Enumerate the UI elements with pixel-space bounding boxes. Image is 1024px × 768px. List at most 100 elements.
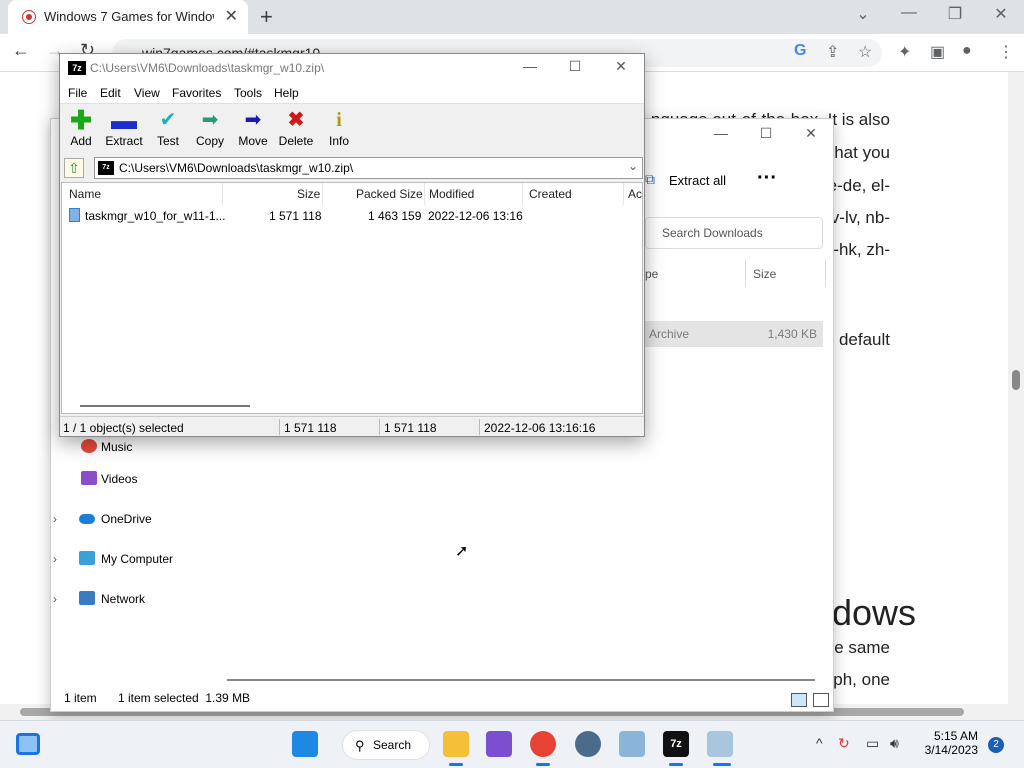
info-icon: i bbox=[336, 109, 342, 131]
music-icon bbox=[81, 439, 97, 453]
photos-icon[interactable] bbox=[619, 731, 645, 757]
site-favicon-icon bbox=[22, 10, 36, 24]
chrome-icon[interactable] bbox=[530, 731, 556, 757]
column-header-name[interactable]: Name bbox=[69, 187, 101, 201]
bookmark-star-icon[interactable]: ☆ bbox=[858, 42, 872, 62]
close-tab-icon[interactable]: ✕ bbox=[225, 6, 238, 26]
add-button[interactable]: ✚ Add bbox=[57, 105, 105, 148]
column-type[interactable]: pe bbox=[645, 267, 658, 281]
info-button[interactable]: i Info bbox=[315, 108, 363, 148]
task-manager-icon[interactable] bbox=[707, 731, 733, 757]
more-options-button[interactable]: ··· bbox=[757, 167, 777, 190]
browser-tab[interactable]: Windows 7 Games for Windows ✕ bbox=[8, 0, 248, 34]
visual-studio-icon[interactable] bbox=[486, 731, 512, 757]
nav-label: Videos bbox=[101, 472, 138, 486]
side-panel-icon[interactable]: ▣ bbox=[930, 42, 945, 62]
new-tab-icon[interactable]: + bbox=[260, 4, 273, 30]
extract-button[interactable]: ▬ Extract bbox=[100, 107, 148, 148]
chevron-right-icon[interactable]: › bbox=[53, 512, 57, 526]
chevron-up-icon[interactable]: ^ bbox=[816, 735, 823, 751]
menu-tools[interactable]: Tools bbox=[234, 86, 262, 100]
nav-label: Network bbox=[101, 592, 146, 606]
page-vertical-scrollbar[interactable] bbox=[1008, 72, 1024, 704]
nav-label: OneDrive bbox=[101, 512, 152, 526]
plus-icon: ✚ bbox=[70, 105, 92, 135]
delete-button[interactable]: ✖ Delete bbox=[272, 108, 320, 148]
active-indicator bbox=[449, 763, 463, 766]
folder-up-icon[interactable]: ⇧ bbox=[64, 158, 84, 178]
widgets-icon[interactable] bbox=[16, 733, 40, 755]
tab-search-chevron-icon[interactable]: ⌄ bbox=[843, 4, 883, 24]
file-name[interactable]: taskmgr_w10_for_w11-1... bbox=[85, 209, 226, 223]
file-icon bbox=[69, 208, 80, 222]
menu-file[interactable]: File bbox=[68, 86, 87, 100]
column-header-attributes[interactable]: Ac bbox=[628, 187, 642, 201]
file-explorer-icon[interactable] bbox=[443, 731, 469, 757]
menu-view[interactable]: View bbox=[134, 86, 160, 100]
column-divider[interactable] bbox=[322, 183, 323, 205]
test-button[interactable]: ✔ Test bbox=[144, 108, 192, 148]
restore-icon[interactable]: ❐ bbox=[935, 4, 975, 24]
tiles-view-icon[interactable] bbox=[813, 693, 829, 707]
path-combobox[interactable]: 7z C:\Users\VM6\Downloads\taskmgr_w10.zi… bbox=[94, 157, 643, 179]
file-packed-size: 1 463 159 bbox=[368, 209, 422, 223]
column-size[interactable]: Size bbox=[753, 267, 776, 281]
nav-label: Music bbox=[101, 440, 133, 454]
chevron-down-icon[interactable]: ⌄ bbox=[628, 159, 638, 173]
move-button[interactable]: ➡ Move bbox=[229, 108, 277, 148]
column-divider[interactable] bbox=[222, 183, 223, 205]
time-label: 5:15 AM bbox=[933, 729, 978, 743]
update-icon[interactable]: ↻ bbox=[838, 735, 850, 752]
close-window-icon[interactable]: ✕ bbox=[601, 58, 641, 75]
horizontal-scrollbar[interactable] bbox=[80, 405, 250, 407]
network-icon[interactable]: ▭ bbox=[866, 735, 879, 752]
horizontal-scrollbar[interactable] bbox=[227, 679, 815, 681]
network-icon bbox=[79, 591, 95, 605]
minimize-icon[interactable]: — bbox=[510, 58, 550, 74]
7zip-taskbar-icon[interactable]: 7z bbox=[663, 731, 689, 757]
volume-icon[interactable]: 🔊︎ bbox=[890, 735, 899, 752]
column-header-size[interactable]: Size bbox=[297, 187, 320, 201]
column-divider[interactable] bbox=[424, 183, 425, 205]
search-input[interactable]: Search Downloads bbox=[645, 217, 823, 249]
close-window-icon[interactable]: ✕ bbox=[791, 125, 831, 142]
start-windows-icon[interactable] bbox=[292, 731, 318, 757]
window-title: C:\Users\VM6\Downloads\taskmgr_w10.zip\ bbox=[90, 61, 325, 75]
column-header-modified[interactable]: Modified bbox=[429, 187, 474, 201]
file-row-selected[interactable]: Archive 1,430 KB bbox=[643, 321, 823, 347]
close-window-icon[interactable]: ✕ bbox=[981, 4, 1021, 24]
extract-all-button[interactable]: Extract all bbox=[669, 173, 726, 188]
menu-favorites[interactable]: Favorites bbox=[172, 86, 221, 100]
maximize-icon[interactable]: ☐ bbox=[746, 125, 786, 142]
column-header-created[interactable]: Created bbox=[529, 187, 572, 201]
share-icon[interactable]: ⇪ bbox=[826, 42, 839, 62]
back-arrow-icon[interactable]: ← bbox=[12, 40, 30, 61]
column-header-packed-size[interactable]: Packed Size bbox=[356, 187, 423, 201]
menu-kebab-icon[interactable]: ⋮ bbox=[998, 42, 1014, 62]
column-divider[interactable] bbox=[623, 183, 624, 205]
google-icon[interactable]: G bbox=[794, 42, 806, 60]
maximize-icon[interactable]: ☐ bbox=[555, 58, 595, 75]
chevron-right-icon[interactable]: › bbox=[53, 552, 57, 566]
column-divider bbox=[745, 259, 746, 287]
extensions-icon[interactable]: ✦ bbox=[898, 42, 911, 62]
menu-help[interactable]: Help bbox=[274, 86, 299, 100]
minimize-icon[interactable]: — bbox=[701, 125, 741, 141]
minimize-icon[interactable]: — bbox=[889, 4, 929, 22]
taskbar-search-button[interactable]: ⚲ Search bbox=[342, 730, 430, 760]
search-placeholder: Search Downloads bbox=[662, 226, 763, 240]
menu-edit[interactable]: Edit bbox=[100, 86, 121, 100]
scroll-thumb[interactable] bbox=[1012, 370, 1020, 390]
column-divider[interactable] bbox=[522, 183, 523, 205]
notification-badge[interactable]: 2 bbox=[988, 737, 1004, 753]
chevron-right-icon[interactable]: › bbox=[53, 592, 57, 606]
copy-button[interactable]: ➡ Copy bbox=[186, 108, 234, 148]
details-view-icon[interactable] bbox=[791, 693, 807, 707]
search-icon: ⚲ bbox=[355, 738, 365, 753]
browser-tab-bar: Windows 7 Games for Windows ✕ + ⌄ — ❐ ✕ bbox=[0, 0, 1024, 34]
profile-avatar-icon[interactable]: ● bbox=[962, 42, 972, 60]
clock[interactable]: 5:15 AM 3/14/2023 bbox=[918, 729, 978, 757]
file-modified: 2022-12-06 13:16 bbox=[428, 209, 523, 223]
active-indicator bbox=[536, 763, 550, 766]
settings-gear-icon[interactable] bbox=[575, 731, 601, 757]
